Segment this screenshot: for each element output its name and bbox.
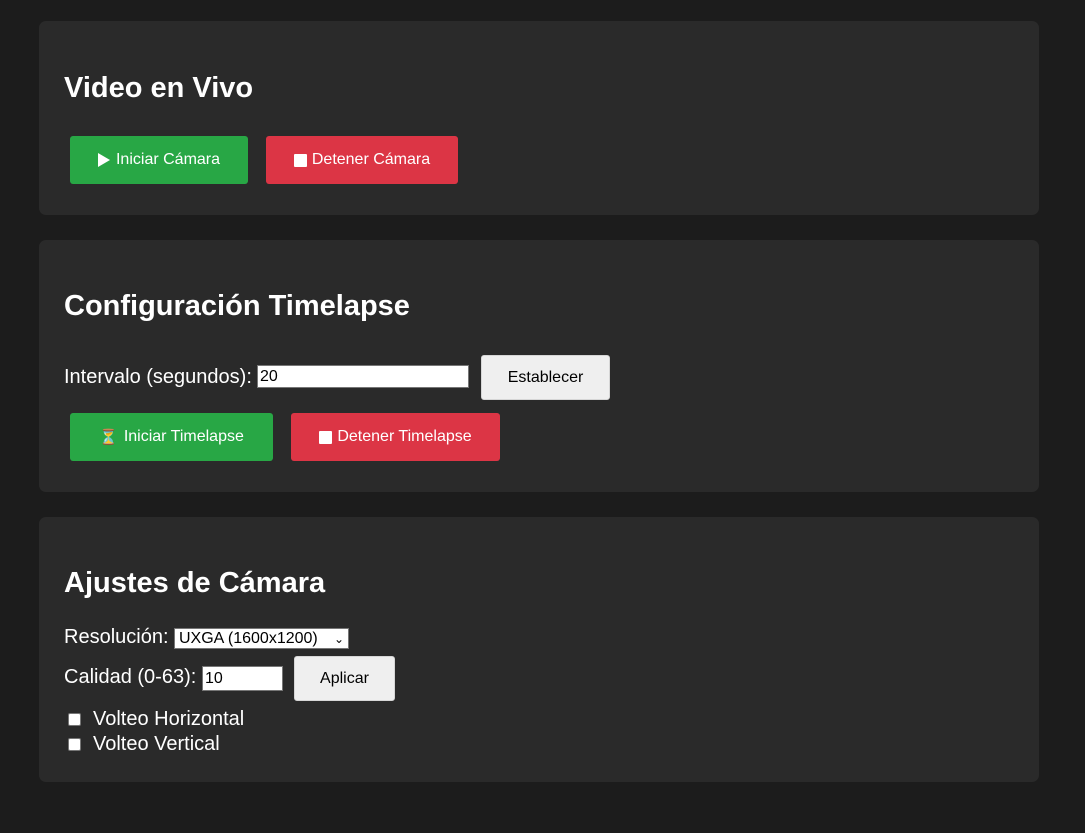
timelapse-config-title: Configuración Timelapse [64, 290, 410, 322]
vflip-checkbox[interactable] [68, 737, 81, 751]
set-interval-label: Establecer [507, 368, 584, 386]
stop-timelapse-label: Detener Timelapse [337, 428, 472, 445]
start-timelapse-label: Iniciar Timelapse [123, 428, 244, 445]
resolution-select[interactable]: UXGA (1600x1200) ⌄ [174, 628, 349, 649]
resolution-label: Resolución: [64, 626, 169, 648]
hflip-checkbox[interactable] [68, 712, 81, 726]
start-timelapse-button[interactable]: ⏳ Iniciar Timelapse [70, 413, 273, 461]
start-camera-label: Iniciar Cámara [115, 151, 221, 168]
live-video-title: Video en Vivo [64, 72, 254, 104]
set-interval-button[interactable]: Establecer [481, 355, 610, 400]
live-video-card: Video en Vivo Iniciar Cámara Detener Cám… [39, 21, 1039, 215]
stop-timelapse-button[interactable]: Detener Timelapse [291, 413, 500, 461]
hflip-row: Volteo Horizontal [68, 707, 244, 731]
chevron-down-icon: ⌄ [333, 631, 344, 646]
play-icon [97, 153, 110, 167]
stop-camera-label: Detener Cámara [311, 151, 431, 168]
vflip-label[interactable]: Volteo Vertical [93, 733, 220, 756]
hourglass-icon: ⏳ [99, 428, 118, 446]
interval-input[interactable] [257, 365, 469, 388]
camera-settings-card: Ajustes de Cámara Resolución: UXGA (1600… [39, 517, 1039, 782]
stop-icon [293, 153, 307, 167]
interval-label: Intervalo (segundos): [64, 366, 252, 388]
vflip-row: Volteo Vertical [68, 732, 220, 756]
quality-label: Calidad (0-63): [64, 666, 197, 688]
timelapse-config-card: Configuración Timelapse Intervalo (segun… [39, 240, 1039, 492]
hflip-label[interactable]: Volteo Horizontal [93, 708, 244, 731]
apply-button[interactable]: Aplicar [294, 656, 395, 701]
camera-settings-title: Ajustes de Cámara [64, 567, 326, 599]
stop-icon [319, 430, 333, 444]
apply-label: Aplicar [320, 669, 369, 687]
resolution-selected-value: UXGA (1600x1200) [179, 629, 318, 647]
start-camera-button[interactable]: Iniciar Cámara [70, 136, 248, 184]
quality-input[interactable] [202, 666, 283, 691]
stop-camera-button[interactable]: Detener Cámara [266, 136, 458, 184]
